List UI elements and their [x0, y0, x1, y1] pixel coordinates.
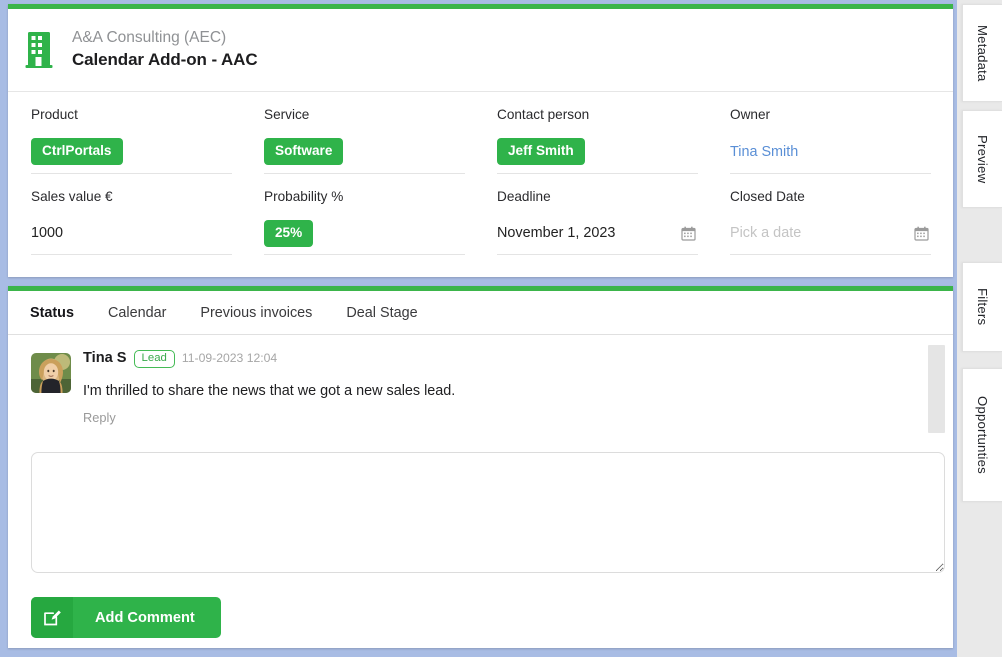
building-icon — [25, 32, 53, 68]
add-comment-button[interactable]: Add Comment — [31, 597, 221, 639]
field-grid-row-1: Product CtrlPortals Service Software Con… — [8, 92, 953, 174]
field-value[interactable]: CtrlPortals — [31, 135, 232, 174]
field-label: Contact person — [497, 107, 590, 122]
comment-timestamp: 11-09-2023 12:04 — [181, 351, 278, 365]
field-product: Product CtrlPortals — [31, 108, 232, 174]
field-label: Closed Date — [730, 188, 805, 204]
sales-value-text[interactable]: 1000 — [31, 225, 63, 241]
field-value[interactable]: Software — [264, 135, 465, 174]
calendar-icon[interactable] — [681, 226, 696, 241]
service-badge[interactable]: Software — [264, 138, 344, 165]
scrollbar-thumb[interactable] — [928, 345, 945, 433]
tab-calendar[interactable]: Calendar — [108, 305, 190, 321]
field-label: Sales value € — [31, 188, 113, 204]
field-closed-date: Closed Date Pick a date — [730, 174, 931, 256]
sidebar-tab-label: Metadata — [975, 24, 990, 82]
role-badge: Lead — [133, 350, 175, 369]
main-content: A&A Consulting (AEC) Calendar Add-on - A… — [0, 0, 957, 657]
field-label: Product — [31, 107, 78, 122]
closed-date-placeholder[interactable]: Pick a date — [730, 225, 801, 241]
field-value[interactable]: Pick a date — [730, 216, 931, 256]
sidebar-tab-label: Preview — [975, 134, 990, 184]
tab-deal-stage[interactable]: Deal Stage — [346, 305, 441, 321]
field-deadline: Deadline November 1, 2023 — [497, 174, 698, 256]
field-label: Owner — [730, 107, 771, 122]
card-header: A&A Consulting (AEC) Calendar Add-on - A… — [8, 9, 953, 92]
field-contact-person: Contact person Jeff Smith — [497, 108, 698, 174]
sidebar-tab-opportunities[interactable]: Opportunties — [962, 368, 1002, 502]
field-value[interactable]: November 1, 2023 — [497, 216, 698, 256]
comment-input[interactable] — [31, 452, 945, 574]
probability-badge[interactable]: 25% — [264, 219, 314, 247]
product-badge[interactable]: CtrlPortals — [31, 138, 123, 165]
edit-square-icon — [31, 597, 73, 639]
comments-scrollbar[interactable] — [928, 345, 945, 593]
calendar-icon[interactable] — [914, 226, 929, 241]
sidebar-tab-preview[interactable]: Preview — [962, 110, 1002, 208]
field-label: Probability % — [264, 188, 344, 204]
field-value[interactable]: Jeff Smith — [497, 135, 698, 174]
add-comment-label: Add Comment — [95, 609, 195, 626]
sidebar-tab-label: Opportunties — [975, 396, 990, 474]
sidebar-tab-label: Filters — [975, 288, 990, 326]
comment-text: I'm thrilled to share the news that we g… — [83, 383, 456, 399]
status-body: Tina S Lead 11-09-2023 12:04 I'm thrille… — [8, 335, 953, 648]
field-grid-row-2: Sales value € 1000 Probability % 25% Dea… — [8, 174, 953, 256]
comment-author: Tina S — [83, 350, 127, 366]
deadline-text[interactable]: November 1, 2023 — [497, 225, 615, 241]
sidebar-tab-filters[interactable]: Filters — [962, 262, 1002, 352]
owner-link[interactable]: Tina Smith — [730, 144, 798, 160]
deal-detail-card: A&A Consulting (AEC) Calendar Add-on - A… — [8, 4, 953, 277]
field-label: Service — [264, 107, 310, 122]
avatar — [31, 353, 71, 393]
status-card: Status Calendar Previous invoices Deal S… — [8, 286, 953, 648]
comment-header: Tina S Lead 11-09-2023 12:04 — [83, 350, 931, 373]
company-name: A&A Consulting (AEC) — [72, 29, 227, 47]
field-service: Service Software — [264, 108, 465, 174]
field-sales-value: Sales value € 1000 — [31, 174, 232, 256]
sidebar-tab-metadata[interactable]: Metadata — [962, 4, 1002, 102]
page-title: Calendar Add-on - AAC — [72, 49, 258, 69]
field-probability: Probability % 25% — [264, 174, 465, 256]
tab-previous-invoices[interactable]: Previous invoices — [200, 305, 336, 321]
comment-item: Tina S Lead 11-09-2023 12:04 I'm thrille… — [31, 350, 931, 425]
field-owner: Owner Tina Smith — [730, 108, 931, 174]
field-value[interactable]: Tina Smith — [730, 135, 931, 174]
field-value[interactable]: 1000 — [31, 216, 232, 256]
field-label: Deadline — [497, 188, 551, 204]
field-value[interactable]: 25% — [264, 216, 465, 256]
comment-body: Tina S Lead 11-09-2023 12:04 I'm thrille… — [83, 350, 931, 425]
tab-status[interactable]: Status — [30, 305, 98, 321]
tab-bar: Status Calendar Previous invoices Deal S… — [8, 291, 953, 335]
right-sidebar: Metadata Preview Filters Opportunties — [957, 0, 1002, 657]
contact-person-badge[interactable]: Jeff Smith — [497, 138, 585, 165]
reply-link[interactable]: Reply — [83, 401, 931, 425]
